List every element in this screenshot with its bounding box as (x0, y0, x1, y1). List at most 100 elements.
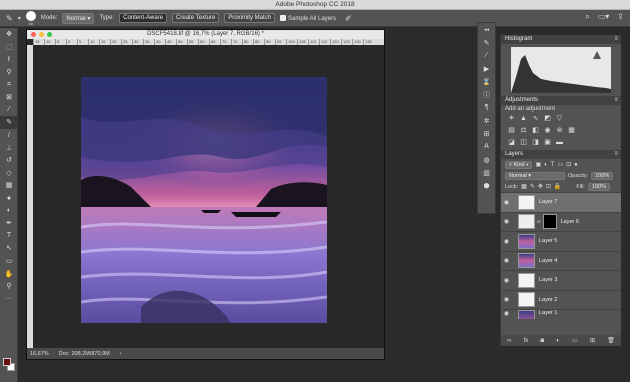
frame-tool-icon[interactable]: ⊠ (0, 91, 18, 104)
layer-row[interactable]: ◉ Layer 3 (501, 270, 621, 290)
search-icon[interactable]: ⌕ (585, 12, 589, 22)
kind-filter-select[interactable]: ⌕ Kind ▾ (505, 160, 533, 169)
layer-row[interactable]: ◉ Layer 4 (501, 250, 621, 271)
navigator-icon[interactable]: ✲ (478, 114, 495, 127)
mode-select[interactable]: Normal ▾ (62, 12, 95, 24)
filter-smart-object-icon[interactable]: ⊡ (566, 161, 571, 168)
photo-filter-icon[interactable]: ◉ (543, 127, 552, 135)
gradient-tool-icon[interactable]: ▦ (0, 179, 18, 192)
history-icon[interactable]: ⌛ (478, 75, 495, 88)
clone-stamp-tool-icon[interactable]: ⊥ (0, 141, 18, 154)
more-tools-icon[interactable]: ··· (0, 292, 18, 305)
zoom-level[interactable]: 16,67% (30, 351, 49, 357)
path-select-tool-icon[interactable]: ↖ (0, 242, 18, 255)
link-layers-icon[interactable]: ∞ (507, 338, 511, 344)
share-icon[interactable]: ⇪ (617, 12, 624, 22)
lasso-tool-icon[interactable]: ℓ (0, 53, 18, 66)
character-icon[interactable]: A (478, 140, 495, 153)
properties-icon[interactable]: ⊞ (478, 127, 495, 140)
brightness-contrast-icon[interactable]: ☀ (507, 115, 516, 123)
status-chevron-icon[interactable]: › (120, 351, 122, 357)
quick-select-tool-icon[interactable]: ⚲ (0, 66, 18, 79)
filter-toggle-icon[interactable]: ● (574, 162, 578, 168)
panel-menu-icon[interactable]: ≡ (614, 150, 618, 159)
panel-menu-icon[interactable]: ≡ (614, 96, 618, 105)
crop-tool-icon[interactable]: ⌗ (0, 78, 18, 91)
posterize-icon[interactable]: ◫ (519, 139, 528, 147)
canvas-area[interactable] (33, 45, 384, 348)
lock-transparent-icon[interactable]: ▦ (521, 183, 527, 190)
adjustments-panel-header[interactable]: Adjustments ≡ (501, 96, 621, 105)
gradient-map-icon[interactable]: ▬ (555, 139, 564, 147)
info-icon[interactable]: ⓘ (478, 88, 495, 101)
blend-mode-select[interactable]: Normal ▾ (505, 171, 565, 180)
swatches-icon[interactable]: ▥ (478, 166, 495, 179)
healing-brush-tool-icon[interactable]: ✎ (0, 116, 18, 129)
panel-menu-icon[interactable]: ≡ (614, 35, 618, 44)
layer-row[interactable]: ◉ Layer 7 (501, 192, 621, 212)
fill-input[interactable]: 100% (587, 182, 611, 191)
visibility-eye-icon[interactable]: ◉ (501, 277, 512, 284)
workspace-icon[interactable]: ▭▾ (598, 12, 610, 22)
zoom-window-icon[interactable] (47, 32, 52, 37)
eraser-tool-icon[interactable]: ◇ (0, 167, 18, 180)
minimize-window-icon[interactable] (39, 32, 44, 37)
add-mask-icon[interactable]: ◙ (540, 338, 544, 344)
brush-preset-picker[interactable]: 40 (25, 10, 36, 26)
move-tool-icon[interactable]: ✥ (0, 28, 18, 41)
type-proximity-match-button[interactable]: Proximity Match (224, 13, 275, 23)
color-balance-icon[interactable]: ⚖ (519, 127, 528, 135)
exposure-icon[interactable]: ◩ (543, 115, 552, 123)
layer-style-icon[interactable]: fx (524, 338, 529, 344)
histogram-panel-header[interactable]: Histogram ≡ (501, 35, 621, 44)
brush-settings-icon[interactable]: ✎ (478, 36, 495, 49)
vibrance-icon[interactable]: ▽ (555, 115, 564, 123)
foreground-color-swatch[interactable] (3, 358, 11, 366)
sample-all-layers-checkbox[interactable]: Sample All Layers (279, 14, 336, 22)
type-content-aware-button[interactable]: Content-Aware (119, 13, 168, 23)
threshold-icon[interactable]: ◨ (531, 139, 540, 147)
lock-position-icon[interactable]: ✥ (538, 183, 543, 190)
type-tool-icon[interactable]: T (0, 230, 18, 243)
brush-tool-icon[interactable]: / (0, 129, 18, 142)
eyedropper-tool-icon[interactable]: ⁄ (0, 104, 18, 117)
zoom-tool-icon[interactable]: ⚲ (0, 280, 18, 293)
document-tab[interactable]: DSCF5418.tif @ 16,7% (Layer 7, RGB/16) * (27, 30, 384, 39)
channel-mixer-icon[interactable]: ⊛ (555, 127, 564, 135)
tool-preset-chevron-icon[interactable]: ▾ (18, 15, 21, 22)
filter-type-icon[interactable]: T (551, 162, 555, 168)
layer-row[interactable]: ◉ Layer 2 (501, 289, 621, 310)
filter-adjustment-icon[interactable]: ◐ (544, 162, 548, 168)
visibility-eye-icon[interactable]: ◉ (501, 218, 512, 225)
styles-icon[interactable]: ⬢ (478, 179, 495, 192)
color-lookup-icon[interactable]: ▦ (567, 127, 576, 135)
invert-icon[interactable]: ◪ (507, 139, 516, 147)
levels-icon[interactable]: ▲ (519, 115, 528, 123)
layer-row[interactable]: ◉ Layer 5 (501, 231, 621, 251)
layer-row[interactable]: ◉ ∞ Layer 6 (501, 211, 621, 232)
actions-play-icon[interactable]: ▶ (478, 62, 495, 75)
visibility-eye-icon[interactable]: ◉ (501, 199, 512, 206)
pen-tool-icon[interactable]: ✒ (0, 217, 18, 230)
lock-artboard-icon[interactable]: ⊡ (546, 183, 551, 190)
new-layer-icon[interactable]: ⊞ (590, 337, 595, 344)
selective-color-icon[interactable]: ▣ (543, 139, 552, 147)
rectangle-tool-icon[interactable]: ▭ (0, 255, 18, 268)
type-create-texture-button[interactable]: Create Texture (172, 13, 220, 23)
paragraph-icon[interactable]: ¶ (478, 101, 495, 114)
visibility-eye-icon[interactable]: ◉ (501, 238, 512, 245)
brushes-icon[interactable]: ⁄ (478, 49, 495, 62)
color-icon[interactable]: ◍ (478, 153, 495, 166)
close-window-icon[interactable] (31, 32, 36, 37)
marquee-tool-icon[interactable]: ⬚ (0, 41, 18, 54)
opacity-input[interactable]: 100% (591, 171, 614, 180)
visibility-eye-icon[interactable]: ◉ (501, 296, 512, 303)
layers-panel-header[interactable]: Layers ≡ (501, 150, 621, 159)
black-white-icon[interactable]: ◧ (531, 127, 540, 135)
hue-saturation-icon[interactable]: ▤ (507, 127, 516, 135)
layer-row[interactable]: ◉ Layer 1 (501, 309, 621, 319)
history-brush-tool-icon[interactable]: ↺ (0, 154, 18, 167)
filter-pixel-icon[interactable]: ▣ (535, 161, 541, 168)
curves-icon[interactable]: ∿ (531, 115, 540, 123)
dock-collapse-icon[interactable]: ◂◂ (478, 23, 495, 36)
